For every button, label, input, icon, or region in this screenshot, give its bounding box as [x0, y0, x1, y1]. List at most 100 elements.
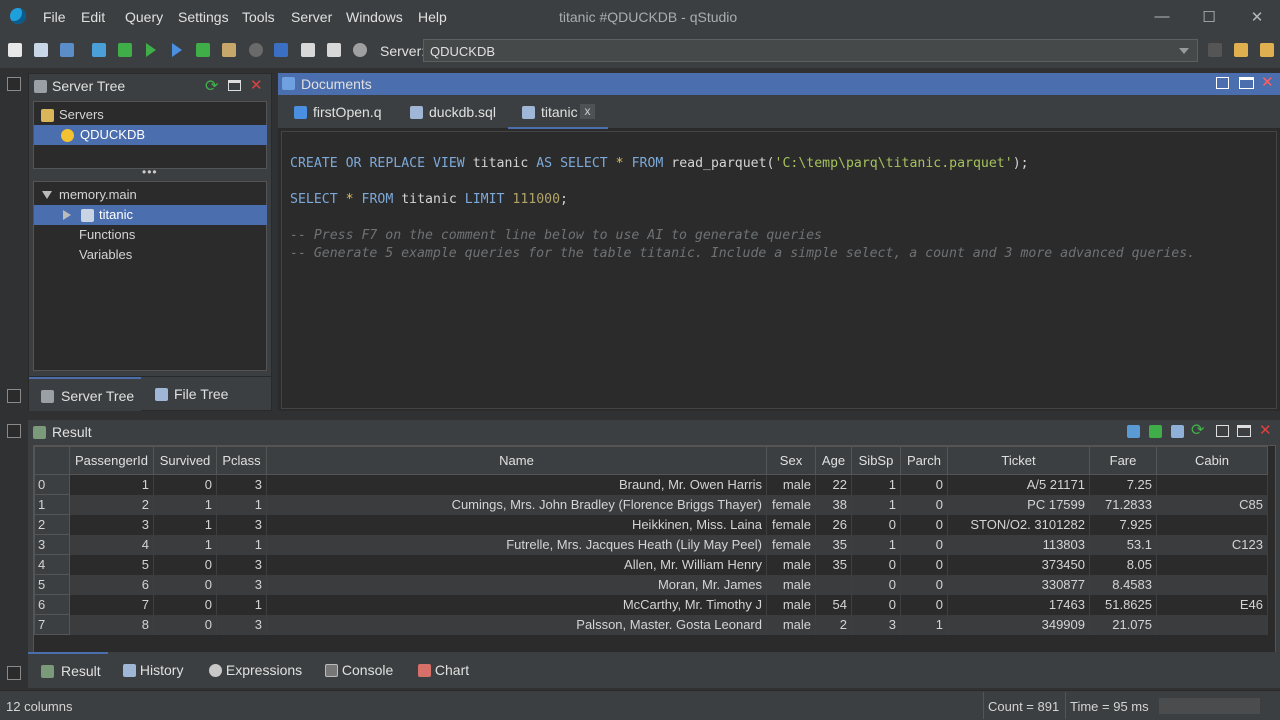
table-cell[interactable]: 4	[69, 534, 154, 555]
undock-icon[interactable]	[1216, 77, 1229, 89]
close-panel-icon[interactable]: ✕	[250, 76, 263, 94]
dock-grip-icon[interactable]	[7, 77, 21, 91]
close-tab-icon[interactable]: x	[580, 104, 595, 119]
menu-settings[interactable]: Settings	[178, 9, 229, 25]
server-node-qduckdb[interactable]: QDUCKDB	[34, 125, 267, 145]
table-cell[interactable]: 0	[153, 474, 217, 495]
column-header[interactable]: Survived	[153, 446, 217, 475]
column-header[interactable]: Pclass	[216, 446, 267, 475]
table-cell[interactable]: male	[766, 474, 816, 495]
tab-console[interactable]: Console	[325, 662, 393, 678]
refresh-icon[interactable]: ⟳	[1191, 420, 1204, 440]
email-icon[interactable]	[1171, 425, 1184, 438]
table-row[interactable]: 0 1 0 3 Braund, Mr. Owen Harris male 22 1 0 A/5 2…	[34, 474, 1268, 495]
maximize-panel-icon[interactable]	[228, 80, 241, 91]
table-cell[interactable]: 0	[900, 554, 948, 575]
row-index[interactable]: 0	[34, 474, 70, 495]
splitter-handle[interactable]: •••	[142, 165, 158, 179]
table-cell[interactable]: 8.4583	[1089, 574, 1157, 595]
table-cell[interactable]: Palsson, Master. Gosta Leonard	[266, 614, 767, 635]
table-node-titanic[interactable]: titanic	[34, 205, 267, 225]
menu-tools[interactable]: Tools	[242, 9, 275, 25]
server-select[interactable]: QDUCKDB	[423, 39, 1198, 62]
table-cell[interactable]: 7.925	[1089, 514, 1157, 535]
table-cell[interactable]: 0	[900, 574, 948, 595]
table-cell[interactable]	[815, 574, 852, 595]
column-header[interactable]: Sex	[766, 446, 816, 475]
table-cell[interactable]: C85	[1156, 494, 1268, 515]
table-cell[interactable]: Futrelle, Mrs. Jacques Heath (Lily May P…	[266, 534, 767, 555]
table-cell[interactable]: 349909	[947, 614, 1090, 635]
result-grid[interactable]: PassengerId Survived Pclass Name Sex Age…	[33, 445, 1276, 667]
table-cell[interactable]: 53.1	[1089, 534, 1157, 555]
disconnect-icon[interactable]	[1208, 43, 1222, 57]
table-cell[interactable]: 8	[69, 614, 154, 635]
table-row[interactable]: 4 5 0 3 Allen, Mr. William Henry male 35 0 0 3734…	[34, 554, 1268, 575]
row-index[interactable]: 6	[34, 594, 70, 615]
tab-file-tree[interactable]: File Tree	[147, 377, 257, 411]
table-cell[interactable]: 1	[851, 474, 901, 495]
table-cell[interactable]: female	[766, 514, 816, 535]
table-cell[interactable]: 5	[69, 554, 154, 575]
table-cell[interactable]: 373450	[947, 554, 1090, 575]
table-cell[interactable]: 1	[216, 534, 267, 555]
table-cell[interactable]	[1156, 614, 1268, 635]
tab-server-tree[interactable]: Server Tree	[29, 377, 141, 411]
dock-grip-icon[interactable]	[7, 424, 21, 438]
stop-icon[interactable]	[249, 43, 263, 57]
row-index[interactable]: 4	[34, 554, 70, 575]
table-cell[interactable]: 3	[216, 514, 267, 535]
table-cell[interactable]: 0	[900, 474, 948, 495]
table-cell[interactable]: 71.2833	[1089, 494, 1157, 515]
table-cell[interactable]: 3	[216, 474, 267, 495]
row-index[interactable]: 3	[34, 534, 70, 555]
table-row[interactable]: 2 3 1 3 Heikkinen, Miss. Laina female 26 0 0 STON…	[34, 514, 1268, 535]
ai-icon[interactable]	[274, 43, 288, 57]
table-cell[interactable]: 0	[900, 494, 948, 515]
menu-edit[interactable]: Edit	[81, 9, 105, 25]
table-cell[interactable]: 3	[216, 574, 267, 595]
menu-help[interactable]: Help	[418, 9, 447, 25]
table-cell[interactable]: male	[766, 554, 816, 575]
table-cell[interactable]: 51.8625	[1089, 594, 1157, 615]
server-edit-icon[interactable]	[1234, 43, 1248, 57]
new-file-icon[interactable]	[8, 43, 22, 57]
dock-grip-icon[interactable]	[7, 389, 21, 403]
table-cell[interactable]: 1	[153, 494, 217, 515]
table-cell[interactable]: Allen, Mr. William Henry	[266, 554, 767, 575]
row-index[interactable]: 2	[34, 514, 70, 535]
close-panel-icon[interactable]: ✕	[1261, 73, 1274, 91]
tab-firstopen[interactable]: firstOpen.q	[292, 95, 392, 129]
table-cell[interactable]: Moran, Mr. James	[266, 574, 767, 595]
tab-titanic[interactable]: titanic x	[508, 95, 608, 129]
tab-chart[interactable]: Chart	[418, 662, 469, 678]
table-cell[interactable]: 0	[851, 574, 901, 595]
table-cell[interactable]: male	[766, 574, 816, 595]
code-editor[interactable]: CREATE OR REPLACE VIEW titanic AS SELECT…	[281, 131, 1277, 409]
refresh-icon[interactable]: ⟳	[205, 76, 218, 96]
table-cell[interactable]: 113803	[947, 534, 1090, 555]
table-cell[interactable]: 17463	[947, 594, 1090, 615]
clipboard-icon[interactable]	[222, 43, 236, 57]
tab-result[interactable]: Result	[28, 652, 108, 688]
table-cell[interactable]: male	[766, 614, 816, 635]
menu-windows[interactable]: Windows	[346, 9, 403, 25]
table-cell[interactable]: 2	[69, 494, 154, 515]
table-cell[interactable]	[1156, 574, 1268, 595]
table-cell[interactable]: 0	[851, 594, 901, 615]
table-cell[interactable]: 330877	[947, 574, 1090, 595]
table-cell[interactable]: 6	[69, 574, 154, 595]
run-next-icon[interactable]	[196, 43, 210, 57]
maximize-icon[interactable]: ☐	[1199, 8, 1219, 26]
column-header[interactable]: Age	[815, 446, 852, 475]
table-cell[interactable]: 26	[815, 514, 852, 535]
column-header[interactable]: Name	[266, 446, 767, 475]
column-header[interactable]: Fare	[1089, 446, 1157, 475]
table-cell[interactable]: 22	[815, 474, 852, 495]
table-cell[interactable]	[1156, 554, 1268, 575]
table-cell[interactable]: 0	[900, 514, 948, 535]
server-add-icon[interactable]	[1260, 43, 1274, 57]
schema-node[interactable]: memory.main	[34, 185, 267, 205]
table-cell[interactable]: 0	[153, 614, 217, 635]
row-index[interactable]: 7	[34, 614, 70, 635]
